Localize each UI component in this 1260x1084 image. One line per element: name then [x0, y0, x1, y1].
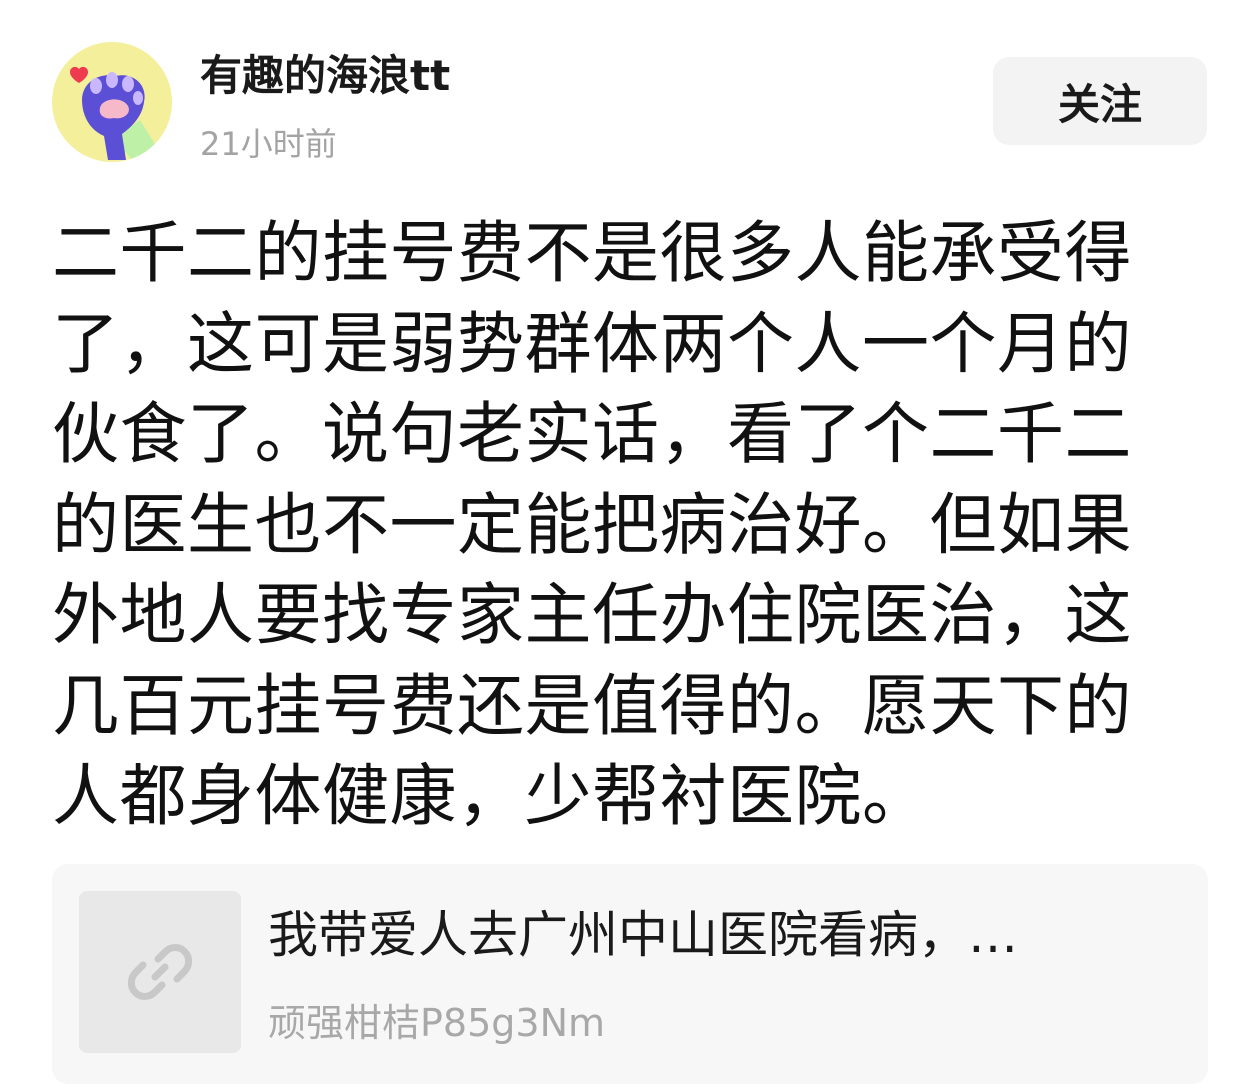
post-body: 二千二的挂号费不是很多人能承受得 了，这可是弱势群体两个人一个月的 伙食了。说句…: [52, 208, 1152, 842]
cat-paw-icon: [70, 66, 156, 160]
link-thumbnail: [79, 891, 241, 1053]
link-card-author: 顽强柑桔P85g3Nm: [268, 1001, 606, 1045]
post-text-line: 人都身体健康，少帮衬医院。: [52, 757, 930, 835]
post-text-line: 外地人要找专家主任办住院医治，这: [52, 576, 1132, 654]
post-text-line: 二千二的挂号费不是很多人能承受得: [52, 214, 1132, 292]
link-card-title: 我带爱人去广州中山医院看病，…: [268, 906, 1018, 964]
post-text-line: 几百元挂号费还是值得的。愿天下的: [52, 666, 1132, 745]
post-timestamp: 21小时前: [200, 125, 337, 163]
follow-button[interactable]: 关注: [993, 57, 1207, 145]
shared-link-card[interactable]: 我带爱人去广州中山医院看病，… 顽强柑桔P85g3Nm: [52, 864, 1208, 1084]
link-icon: [127, 944, 193, 1000]
follow-button-label: 关注: [1057, 79, 1142, 129]
username[interactable]: 有趣的海浪tt: [200, 48, 450, 104]
post-text-line: 的医生也不一定能把病治好。但如果: [52, 485, 1132, 564]
post-text-line: 伙食了。说句老实话，看了个二千二: [52, 395, 1132, 473]
post-text-line: 了，这可是弱势群体两个人一个月的: [52, 304, 1132, 383]
post-container: 有趣的海浪tt 21小时前 关注 二千二的挂号费不是很多人能承受得 了，这可是弱…: [0, 0, 1260, 1084]
avatar[interactable]: [52, 42, 172, 162]
